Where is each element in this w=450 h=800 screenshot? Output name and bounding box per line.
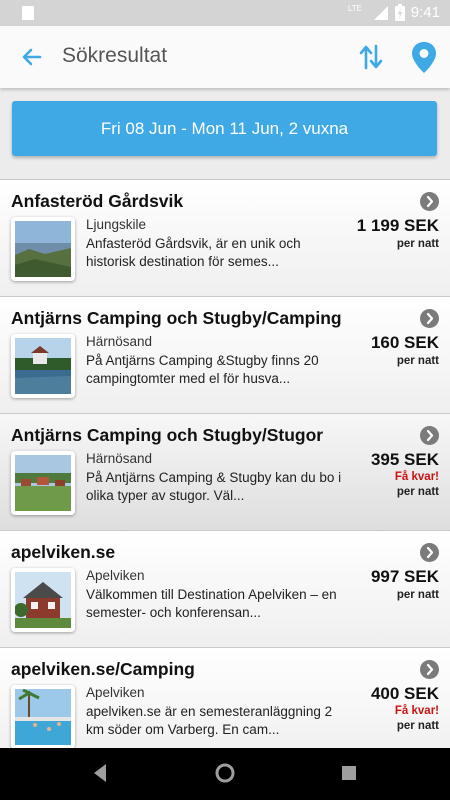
app-bar: Sökresultat (0, 26, 450, 88)
signal-icon (373, 5, 388, 20)
result-price: 160 SEK (370, 333, 439, 352)
result-name: Antjärns Camping och Stugby/Camping (11, 308, 342, 328)
chevron-right-circle-icon[interactable] (420, 192, 439, 211)
result-location: Ljungskile (86, 217, 147, 232)
sim-card-icon (22, 6, 34, 20)
result-name: apelviken.se/Camping (11, 659, 195, 679)
result-description: På Antjärns Camping & Stugby kan du bo i… (86, 470, 342, 503)
network-label: LTE (347, 4, 362, 13)
result-item[interactable]: Antjärns Camping och Stugby/Stugor Härnö… (0, 414, 450, 531)
result-thumbnail (11, 334, 75, 398)
result-price: 400 SEK (370, 684, 439, 703)
per-night-label: per natt (396, 355, 439, 367)
result-price: 1 199 SEK (356, 216, 439, 235)
sort-arrows-icon[interactable] (357, 42, 385, 72)
result-location: Apelviken (86, 568, 145, 583)
result-price: 395 SEK (370, 450, 439, 469)
per-night-label: per natt (396, 720, 439, 732)
status-icons: LTE 9:41 (348, 4, 440, 21)
result-item[interactable]: Antjärns Camping och Stugby/Camping Härn… (0, 297, 450, 414)
result-thumbnail (11, 217, 75, 281)
date-filter-label: Fri 08 Jun - Mon 11 Jun, 2 vuxna (100, 118, 349, 138)
date-filter-button[interactable]: Fri 08 Jun - Mon 11 Jun, 2 vuxna (12, 101, 437, 156)
result-description: Anfasteröd Gårdsvik, är en unik och hist… (86, 236, 301, 269)
result-name: Antjärns Camping och Stugby/Stugor (11, 425, 324, 445)
status-bar: LTE 9:41 (0, 0, 450, 26)
result-thumbnail (11, 568, 75, 632)
arrow-back-icon[interactable] (18, 43, 46, 71)
chevron-right-circle-icon[interactable] (420, 309, 439, 328)
chevron-right-circle-icon[interactable] (420, 660, 439, 679)
result-thumbnail (11, 451, 75, 515)
battery-icon (394, 4, 405, 21)
result-name: apelviken.se (11, 542, 116, 562)
result-description: Välkommen till Destination Apelviken – e… (86, 587, 337, 620)
result-description: apelviken.se är en semesteranläggning 2 … (86, 704, 333, 737)
circle-home-icon[interactable] (214, 762, 236, 784)
result-price: 997 SEK (370, 567, 439, 586)
page-title: Sökresultat (62, 44, 168, 67)
few-left-badge: Få kvar! (394, 705, 439, 717)
system-nav-bar (0, 748, 450, 800)
result-location: Apelviken (86, 685, 145, 700)
result-name: Anfasteröd Gårdsvik (11, 191, 184, 211)
result-thumbnail (11, 685, 75, 749)
square-recents-icon[interactable] (341, 765, 357, 781)
per-night-label: per natt (396, 486, 439, 498)
chevron-right-circle-icon[interactable] (420, 426, 439, 445)
per-night-label: per natt (396, 589, 439, 601)
result-item[interactable]: apelviken.se/Camping Apelviken apelviken… (0, 648, 450, 749)
few-left-badge: Få kvar! (394, 471, 439, 483)
triangle-back-icon[interactable] (91, 762, 109, 784)
result-item[interactable]: Anfasteröd Gårdsvik Ljungskile Anfasterö… (0, 180, 450, 297)
chevron-right-circle-icon[interactable] (420, 543, 439, 562)
results-list[interactable]: Anfasteröd Gårdsvik Ljungskile Anfasterö… (0, 179, 450, 749)
clock: 9:41 (410, 4, 440, 21)
result-location: Härnösand (86, 334, 153, 349)
result-location: Härnösand (86, 451, 153, 466)
map-pin-icon[interactable] (410, 40, 438, 74)
result-description: På Antjärns Camping &Stugby finns 20 cam… (86, 353, 319, 386)
per-night-label: per natt (396, 238, 439, 250)
result-item[interactable]: apelviken.se Apelviken Välkommen till De… (0, 531, 450, 648)
